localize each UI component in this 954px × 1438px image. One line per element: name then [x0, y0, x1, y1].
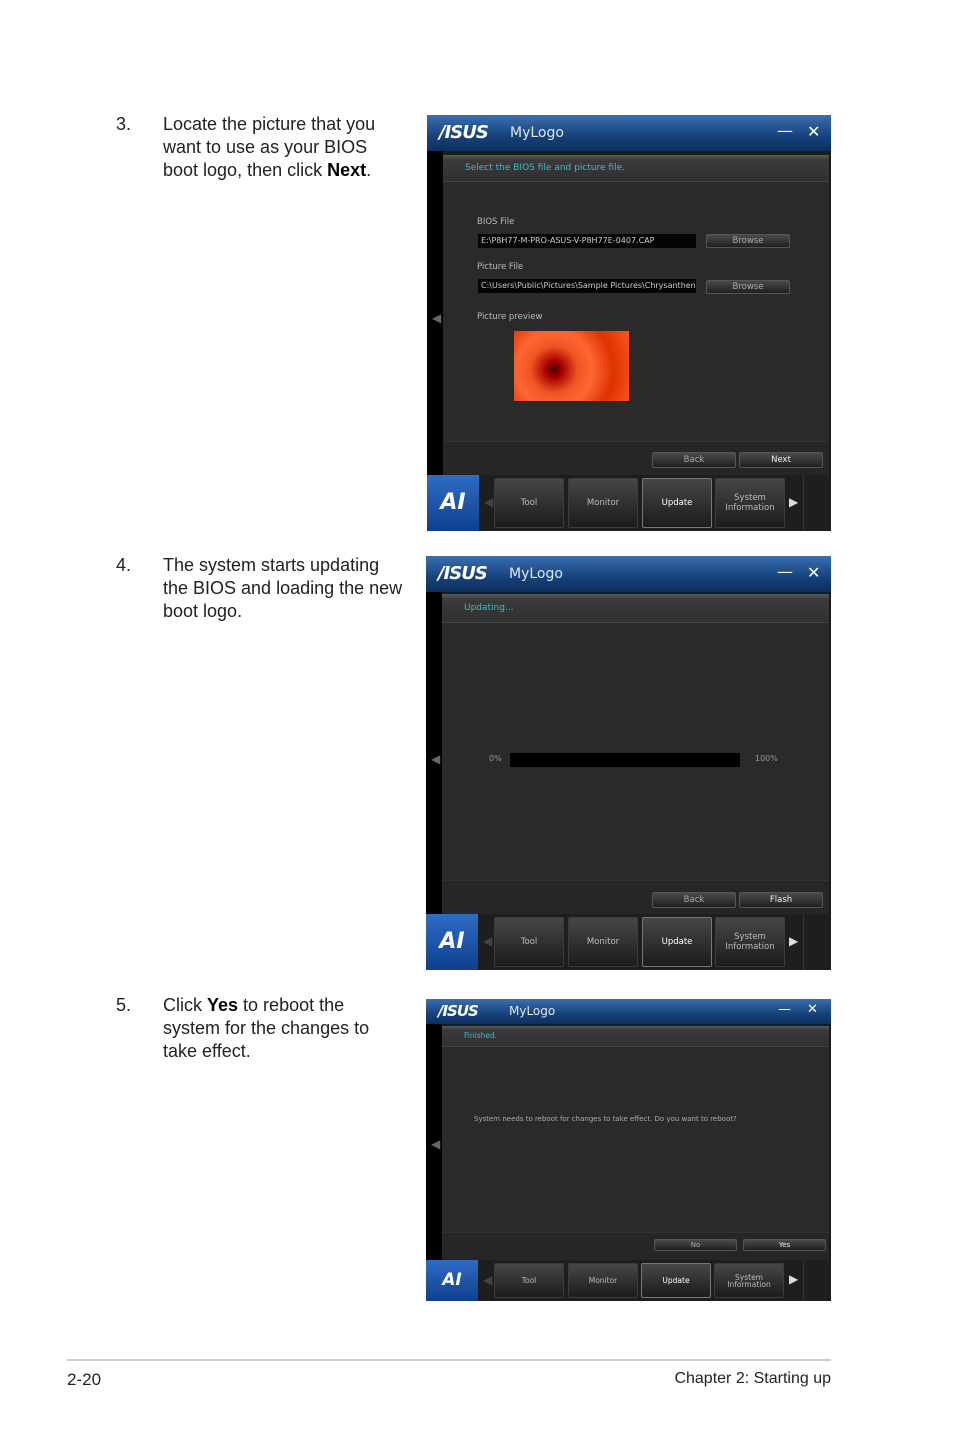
- close-button[interactable]: ✕: [807, 563, 820, 582]
- tab-tool[interactable]: Tool: [494, 1263, 564, 1298]
- asus-logo: /ISUS: [438, 1002, 479, 1020]
- back-button[interactable]: Back: [652, 452, 736, 468]
- ai-suite-logo[interactable]: AI: [427, 475, 479, 531]
- progress-bar: [510, 753, 740, 767]
- content-panel: Finished. System needs to reboot for cha…: [442, 1026, 829, 1232]
- close-button[interactable]: ✕: [807, 122, 820, 141]
- action-row: Back Next: [443, 441, 829, 476]
- tab-update[interactable]: Update: [642, 478, 712, 528]
- step-number: 4.: [116, 555, 132, 575]
- title-bar: /ISUS MyLogo — ✕: [426, 999, 831, 1025]
- action-row: No Yes: [442, 1232, 829, 1261]
- collapse-arrow-icon[interactable]: ◀: [432, 311, 441, 325]
- title-bar: /ISUS MyLogo — ✕: [427, 115, 831, 152]
- panel-header: Select the BIOS file and picture file.: [443, 155, 829, 182]
- nav-right-arrow-icon[interactable]: ▶: [789, 495, 798, 509]
- bios-file-label: BIOS File: [477, 217, 515, 227]
- panel-header: Finished.: [442, 1026, 829, 1047]
- step-number: 3.: [116, 114, 132, 134]
- app-title: MyLogo: [510, 125, 564, 141]
- footer-rule: [67, 1359, 831, 1361]
- bios-browse-button[interactable]: Browse: [706, 234, 790, 248]
- app-title: MyLogo: [509, 1004, 556, 1018]
- mylogo-window-updating: /ISUS MyLogo — ✕ ◀ Updating... 0% 100% B…: [426, 556, 831, 970]
- close-button[interactable]: ✕: [807, 1002, 818, 1017]
- nav-right-arrow-icon[interactable]: ▶: [789, 1272, 798, 1286]
- mylogo-window-finished: /ISUS MyLogo — ✕ ◀ Finished. System need…: [426, 999, 831, 1301]
- flash-button[interactable]: Flash: [739, 892, 823, 908]
- tab-system-information[interactable]: System Information: [714, 1263, 784, 1298]
- nav-divider: [803, 1260, 804, 1301]
- step-number: 5.: [116, 995, 132, 1015]
- back-button[interactable]: Back: [652, 892, 736, 908]
- progress-start-label: 0%: [489, 754, 502, 763]
- tab-monitor[interactable]: Monitor: [568, 1263, 638, 1298]
- action-row: Back Flash: [442, 880, 829, 915]
- content-panel: Select the BIOS file and picture file. B…: [443, 155, 829, 441]
- ai-suite-logo[interactable]: AI: [426, 914, 478, 970]
- tab-update[interactable]: Update: [642, 917, 712, 967]
- asus-logo: /ISUS: [438, 563, 488, 584]
- mylogo-window-select: /ISUS MyLogo — ✕ ◀ Select the BIOS file …: [427, 115, 831, 531]
- side-strip: ◀: [426, 1024, 442, 1260]
- tab-monitor[interactable]: Monitor: [568, 917, 638, 967]
- step-text: Click Yes to reboot the system for the c…: [163, 995, 370, 1061]
- page-number: 2-20: [67, 1370, 102, 1389]
- nav-divider: [803, 475, 804, 531]
- minimize-button[interactable]: —: [777, 562, 793, 581]
- progress-end-label: 100%: [755, 754, 778, 763]
- picture-file-label: Picture File: [477, 262, 524, 272]
- picture-browse-button[interactable]: Browse: [706, 280, 790, 294]
- collapse-arrow-icon[interactable]: ◀: [431, 752, 440, 766]
- step-text: Locate the picture that you want to use …: [163, 114, 376, 180]
- content-panel: Updating... 0% 100%: [442, 594, 829, 880]
- title-bar: /ISUS MyLogo — ✕: [426, 556, 831, 593]
- nav-right-arrow-icon[interactable]: ▶: [789, 934, 798, 948]
- nav-left-arrow-icon[interactable]: ◀: [483, 1273, 492, 1287]
- bios-file-input[interactable]: E:\P8H77-M-PRO-ASUS-V-P8H77E-0407.CAP: [478, 234, 696, 248]
- app-title: MyLogo: [509, 566, 563, 582]
- side-strip: ◀: [426, 592, 442, 914]
- collapse-arrow-icon[interactable]: ◀: [431, 1137, 440, 1151]
- picture-preview-label: Picture preview: [477, 312, 543, 322]
- minimize-button[interactable]: —: [777, 121, 793, 140]
- no-button[interactable]: No: [654, 1239, 737, 1251]
- bottom-nav: AI ◀ Tool Monitor Update System Informat…: [426, 914, 831, 970]
- nav-divider: [803, 914, 804, 970]
- manual-page: 3. Locate the picture that you want to u…: [0, 0, 954, 1438]
- minimize-button[interactable]: —: [778, 1002, 791, 1017]
- panel-header: Updating...: [442, 594, 829, 623]
- tab-system-information[interactable]: System Information: [715, 917, 785, 967]
- asus-logo: /ISUS: [439, 122, 489, 143]
- picture-preview-image: [514, 331, 629, 401]
- chapter-title: Chapter 2: Starting up: [674, 1370, 831, 1387]
- side-strip: ◀: [427, 151, 443, 475]
- tab-system-information[interactable]: System Information: [715, 478, 785, 528]
- picture-file-input[interactable]: C:\Users\Public\Pictures\Sample Pictures…: [478, 279, 696, 293]
- tab-update[interactable]: Update: [641, 1263, 711, 1298]
- yes-button[interactable]: Yes: [743, 1239, 826, 1251]
- bottom-nav: AI ◀ Tool Monitor Update System Informat…: [427, 475, 831, 531]
- tab-tool[interactable]: Tool: [494, 478, 564, 528]
- step-text: The system starts updating the BIOS and …: [163, 555, 403, 621]
- next-button[interactable]: Next: [739, 452, 823, 468]
- bottom-nav: AI ◀ Tool Monitor Update System Informat…: [426, 1260, 831, 1301]
- tab-monitor[interactable]: Monitor: [568, 478, 638, 528]
- tab-tool[interactable]: Tool: [494, 917, 564, 967]
- nav-left-arrow-icon[interactable]: ◀: [484, 495, 493, 509]
- reboot-message: System needs to reboot for changes to ta…: [474, 1115, 737, 1123]
- nav-left-arrow-icon[interactable]: ◀: [483, 934, 492, 948]
- ai-suite-logo[interactable]: AI: [426, 1260, 478, 1301]
